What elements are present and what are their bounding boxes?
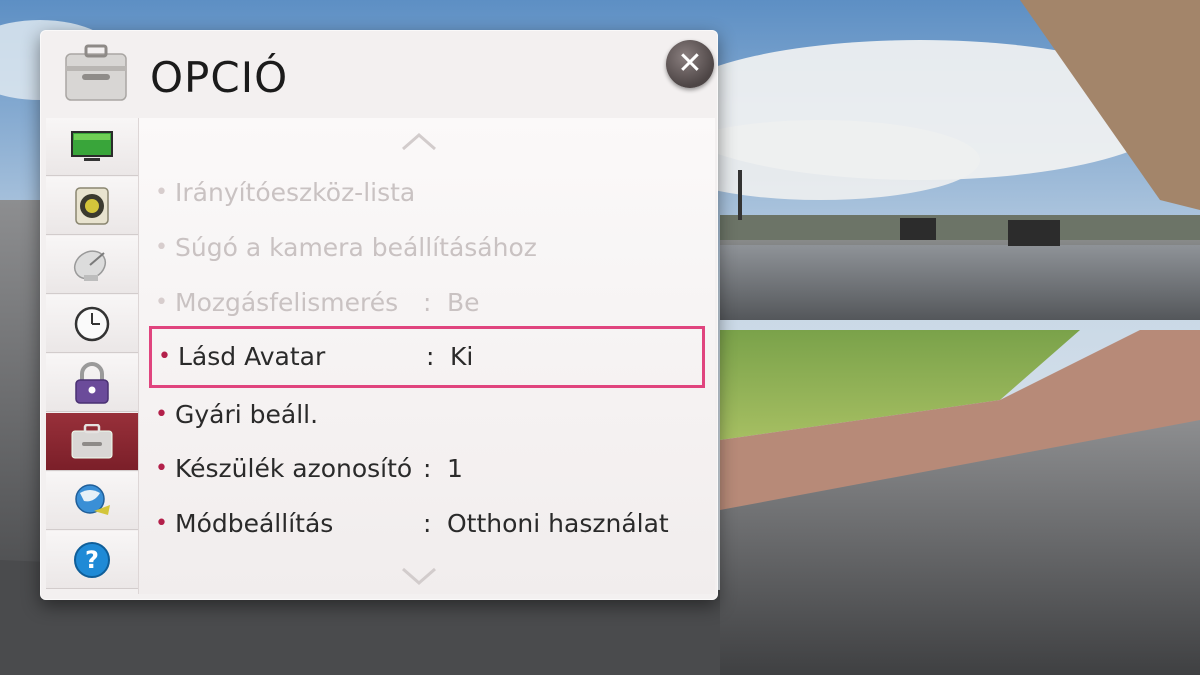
toolbox-icon [65, 44, 127, 101]
menu-item-camera-help[interactable]: • Súgó a kamera beállításához [149, 225, 705, 271]
menu-content: • Irányítóeszköz-lista • Súgó a kamera b… [138, 118, 715, 594]
bullet-icon: • [155, 402, 168, 427]
sidebar-item-lock[interactable] [46, 354, 138, 412]
svg-text:?: ? [85, 546, 99, 574]
menu-item-mode-setting[interactable]: • Módbeállítás : Otthoni használat [149, 501, 705, 547]
tv-picture-icon [71, 130, 113, 161]
scroll-up-icon[interactable] [401, 132, 437, 152]
satellite-dish-icon [73, 249, 107, 281]
bullet-icon: • [158, 344, 171, 369]
menu-item-device-id[interactable]: • Készülék azonosító : 1 [149, 446, 705, 492]
sidebar-item-picture[interactable] [46, 118, 138, 176]
sidebar-item-options[interactable] [46, 413, 138, 471]
bullet-icon: • [155, 235, 168, 260]
bullet-icon: • [155, 180, 168, 205]
dialog-header: OPCIÓ ✕ [40, 30, 718, 116]
menu-item-factory-reset[interactable]: • Gyári beáll. [149, 392, 705, 438]
bullet-icon: • [155, 290, 168, 315]
speaker-icon [75, 186, 109, 225]
sidebar: ? [46, 118, 138, 594]
sidebar-item-time[interactable] [46, 295, 138, 353]
sidebar-item-network[interactable] [46, 472, 138, 530]
sidebar-item-channel[interactable] [46, 236, 138, 294]
options-dialog: OPCIÓ ✕ ? • Irányítóeszköz-lista • Súgó … [40, 30, 718, 600]
sidebar-item-sound[interactable] [46, 177, 138, 235]
bullet-icon: • [155, 511, 168, 536]
menu-item-controller-list[interactable]: • Irányítóeszköz-lista [149, 170, 705, 216]
menu-item-motion-recognition[interactable]: • Mozgásfelismerés : Be [149, 280, 705, 326]
close-icon: ✕ [677, 46, 703, 81]
toolbox-icon [71, 423, 113, 458]
menu-item-see-avatar[interactable]: • Lásd Avatar : Ki [149, 326, 705, 388]
dialog-title: OPCIÓ [150, 53, 289, 102]
clock-icon [74, 306, 110, 341]
sidebar-item-support[interactable]: ? [46, 531, 138, 589]
scroll-down-icon[interactable] [401, 566, 437, 586]
bullet-icon: • [155, 456, 168, 481]
help-icon: ? [74, 541, 110, 578]
network-globe-icon [75, 483, 110, 515]
close-button[interactable]: ✕ [666, 40, 714, 88]
lock-icon [75, 361, 109, 404]
